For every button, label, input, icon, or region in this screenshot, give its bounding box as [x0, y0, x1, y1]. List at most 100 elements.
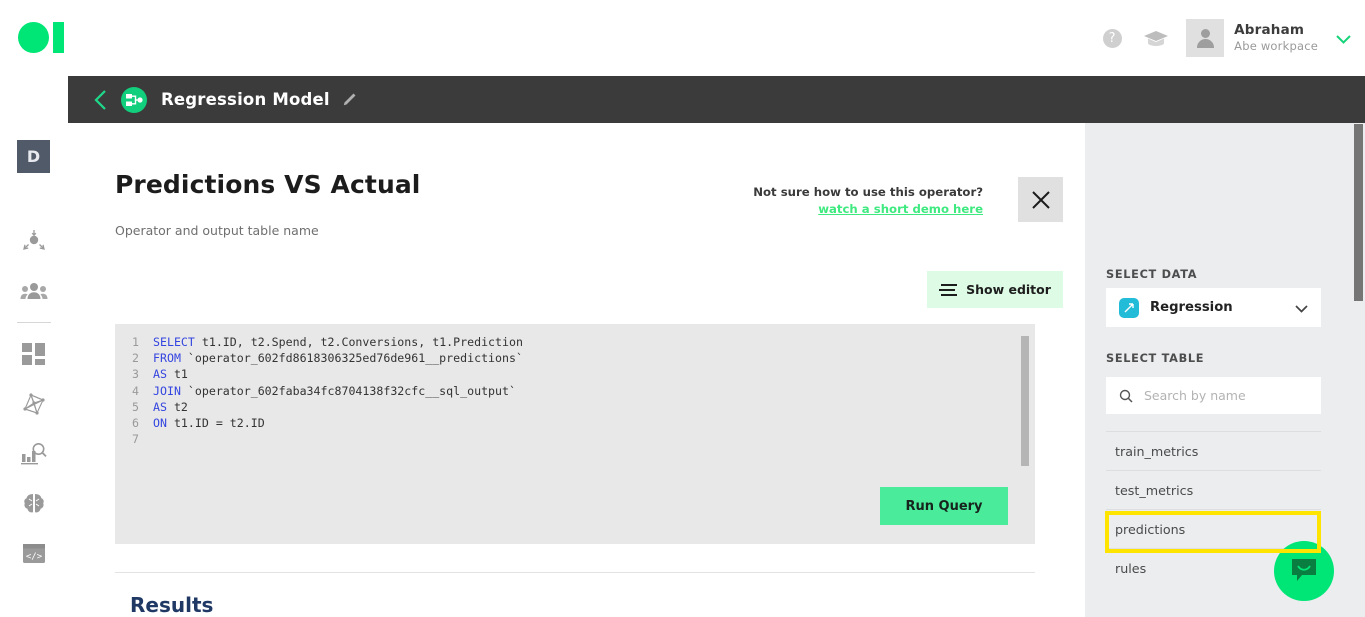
line-number: 6 — [132, 415, 139, 430]
code-text: ON t1.ID = t2.ID — [153, 415, 265, 430]
sql-code[interactable]: 1 SELECT t1.ID, t2.Spend, t2.Conversions,… — [115, 334, 1000, 454]
learning-center-button[interactable] — [1134, 16, 1178, 60]
user-workspace: Abe workpace — [1234, 39, 1318, 54]
search-input[interactable] — [1144, 388, 1304, 403]
project-title: Regression Model — [161, 90, 330, 109]
demo-help-block: Not sure how to use this operator? watch… — [753, 185, 983, 216]
page-subtitle: Operator and output table name — [115, 223, 319, 238]
show-editor-label: Show editor — [966, 282, 1051, 297]
show-editor-button[interactable]: Show editor — [927, 271, 1063, 308]
code-line: 6 ON t1.ID = t2.ID — [115, 415, 1000, 431]
chat-launcher-button[interactable] — [1274, 541, 1334, 601]
table-list-item[interactable]: predictions — [1106, 509, 1321, 548]
code-line: 2 FROM `operator_602fd8618306325ed76de961… — [115, 350, 1000, 366]
page-scrollbar-thumb[interactable] — [1354, 124, 1363, 301]
sql-keyword: FROM — [153, 351, 181, 366]
help-icon: ? — [1102, 28, 1122, 48]
workflow-icon — [121, 86, 147, 113]
main-content: Predictions VS Actual Operator and outpu… — [68, 123, 1085, 617]
logo-bar-shape — [53, 22, 64, 53]
chevron-down-icon[interactable] — [1336, 29, 1351, 48]
people-icon — [20, 283, 48, 299]
back-chevron-icon[interactable] — [94, 89, 107, 110]
project-header: Regression Model — [68, 76, 1365, 123]
code-line: 5 AS t2 — [115, 399, 1000, 415]
table-list-item[interactable]: train_metrics — [1106, 431, 1321, 470]
sidebar-item-code[interactable]: </> — [0, 529, 68, 579]
line-number: 4 — [132, 383, 139, 398]
svg-text:</>: </> — [26, 552, 43, 562]
chevron-down-icon[interactable] — [1295, 298, 1308, 317]
network-graph-icon — [23, 393, 45, 415]
table-search[interactable] — [1106, 377, 1321, 414]
sidebar-item-audience[interactable] — [0, 266, 68, 316]
top-bar-actions: ? Abraham Abe workpace — [1090, 14, 1351, 62]
chart-search-icon — [21, 443, 47, 465]
sidebar-item-dashboard[interactable] — [0, 329, 68, 379]
sql-keyword: AS — [153, 399, 167, 414]
code-line: 1 SELECT t1.ID, t2.Spend, t2.Conversions,… — [115, 334, 1000, 350]
sql-keyword: AS — [153, 367, 167, 382]
help-button[interactable]: ? — [1090, 16, 1134, 60]
right-panel: SELECT DATA Regression SELECT TABLE trai… — [1085, 123, 1365, 617]
selected-data-value: Regression — [1150, 300, 1233, 315]
graduation-cap-icon — [1144, 31, 1169, 46]
code-text: AS t2 — [153, 399, 188, 414]
sidebar-item-analytics[interactable] — [0, 429, 68, 479]
sidebar-item-ai[interactable] — [0, 479, 68, 529]
data-ingestion-icon — [23, 230, 45, 250]
select-data-dropdown[interactable]: Regression — [1106, 288, 1321, 327]
close-icon — [1031, 190, 1050, 209]
code-text: JOIN `operator_602faba34fc8704138f32cfc_… — [153, 383, 516, 398]
select-table-label: SELECT TABLE — [1106, 352, 1205, 365]
left-rail: D </> — [0, 76, 68, 617]
code-text: AS t1 — [153, 367, 188, 382]
code-line: 3 AS t1 — [115, 366, 1000, 382]
logo-circle-shape — [18, 22, 49, 53]
results-divider — [115, 572, 1035, 573]
watch-demo-link[interactable]: watch a short demo here — [753, 202, 983, 216]
editor-scrollbar-thumb[interactable] — [1021, 336, 1029, 466]
code-window-icon: </> — [23, 544, 45, 563]
user-name: Abraham — [1234, 22, 1305, 39]
close-button[interactable] — [1018, 177, 1063, 222]
run-query-button[interactable]: Run Query — [880, 487, 1008, 525]
avatar — [1186, 19, 1225, 57]
app-logo[interactable] — [18, 22, 64, 53]
code-text: SELECT t1.ID, t2.Spend, t2.Conversions, … — [153, 335, 523, 349]
regression-trend-icon — [1119, 297, 1139, 318]
code-line: 4 JOIN `operator_602faba34fc8704138f32cfc… — [115, 383, 1000, 399]
line-number: 7 — [132, 432, 139, 447]
line-number: 5 — [132, 399, 139, 414]
chat-bubble-icon — [1292, 559, 1316, 581]
demo-question: Not sure how to use this operator? — [753, 185, 983, 199]
results-title: Results — [130, 593, 214, 617]
line-number: 1 — [132, 335, 139, 349]
app-root: ? Abraham Abe workpace Regression Model … — [0, 0, 1365, 617]
sql-keyword: SELECT — [153, 335, 195, 349]
user-menu[interactable]: Abraham Abe workpace — [1186, 19, 1351, 57]
sql-keyword: JOIN — [153, 383, 181, 398]
sidebar-item-network[interactable] — [0, 379, 68, 429]
line-number: 3 — [132, 367, 139, 382]
editor-lines-icon — [939, 283, 958, 296]
sql-editor[interactable]: 1 SELECT t1.ID, t2.Spend, t2.Conversions,… — [115, 324, 1035, 544]
rail-items: </> — [0, 216, 68, 579]
line-number: 2 — [132, 351, 139, 366]
pencil-icon[interactable] — [342, 92, 357, 107]
sql-keyword: ON — [153, 415, 167, 430]
select-data-label: SELECT DATA — [1106, 268, 1198, 281]
avatar-person-icon — [1195, 28, 1215, 48]
user-info: Abraham Abe workpace — [1234, 22, 1318, 53]
search-icon — [1119, 389, 1133, 403]
top-bar: ? Abraham Abe workpace — [0, 0, 1365, 76]
brain-icon — [24, 494, 44, 513]
sidebar-item-data-ingestion[interactable] — [0, 216, 68, 266]
workspace-badge[interactable]: D — [17, 140, 50, 173]
page-title: Predictions VS Actual — [115, 170, 421, 199]
code-line: 7 — [115, 431, 1000, 447]
rail-divider — [17, 322, 51, 323]
dashboard-grid-icon — [22, 343, 45, 365]
code-text: FROM `operator_602fd8618306325ed76de961_… — [153, 351, 523, 366]
table-list-item[interactable]: test_metrics — [1106, 470, 1321, 509]
